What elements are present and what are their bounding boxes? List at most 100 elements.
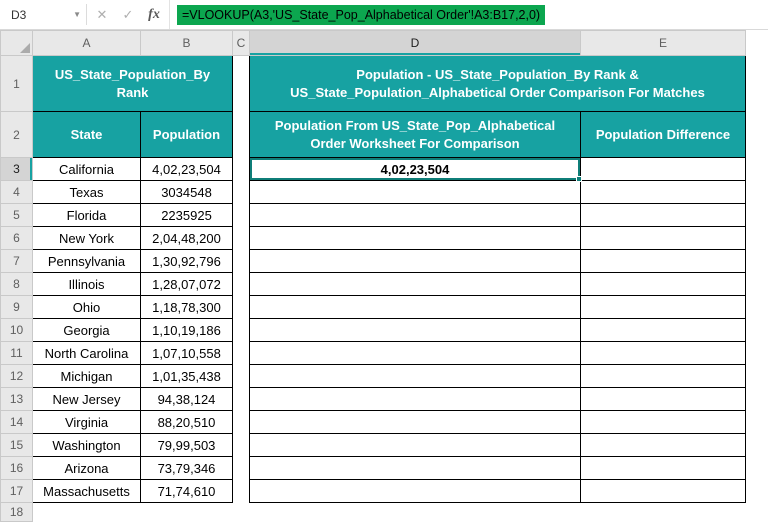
gap-cell[interactable] [232,226,250,250]
state-cell[interactable]: Illinois [32,272,141,296]
difference-header-cell[interactable]: Population Difference [580,111,746,158]
row-header-8[interactable]: 8 [0,272,33,296]
comparison-cell[interactable] [249,456,581,480]
state-cell[interactable]: Massachusetts [32,479,141,503]
row-header-15[interactable]: 15 [0,433,33,457]
population-cell[interactable]: 88,20,510 [140,410,233,434]
insert-function-icon[interactable]: fx [141,7,167,23]
difference-cell[interactable] [580,272,746,296]
state-cell[interactable]: Virginia [32,410,141,434]
gap-cell[interactable] [232,387,250,411]
column-header-A[interactable]: A [32,30,141,56]
comparison-cell[interactable] [249,203,581,227]
population-cell[interactable]: 1,28,07,072 [140,272,233,296]
comparison-cell[interactable] [249,387,581,411]
state-cell[interactable]: Ohio [32,295,141,319]
gap-cell[interactable] [232,157,250,181]
comparison-cell[interactable] [249,479,581,503]
cell-c2[interactable] [232,111,250,158]
population-cell[interactable]: 71,74,610 [140,479,233,503]
right-table-title[interactable]: Population - US_State_Population_By Rank… [249,55,746,112]
gap-cell[interactable] [232,433,250,457]
row-header-11[interactable]: 11 [0,341,33,365]
comparison-cell[interactable] [249,272,581,296]
row-header-4[interactable]: 4 [0,180,33,204]
gap-cell[interactable] [232,341,250,365]
population-cell[interactable]: 2235925 [140,203,233,227]
population-cell[interactable]: 94,38,124 [140,387,233,411]
column-header-E[interactable]: E [580,30,746,56]
comparison-cell[interactable] [249,433,581,457]
gap-cell[interactable] [232,364,250,388]
population-cell[interactable]: 73,79,346 [140,456,233,480]
row-header-16[interactable]: 16 [0,456,33,480]
state-cell[interactable]: New York [32,226,141,250]
difference-cell[interactable] [580,341,746,365]
population-cell[interactable]: 1,30,92,796 [140,249,233,273]
row-header-2[interactable]: 2 [0,111,33,158]
row-header-14[interactable]: 14 [0,410,33,434]
comparison-cell[interactable] [249,341,581,365]
row-header-17[interactable]: 17 [0,479,33,503]
population-header-cell[interactable]: Population [140,111,233,158]
difference-cell[interactable] [580,203,746,227]
state-cell[interactable]: Texas [32,180,141,204]
column-header-C[interactable]: C [232,30,250,56]
difference-cell[interactable] [580,364,746,388]
comparison-cell[interactable] [249,249,581,273]
cancel-icon[interactable]: ✕ [89,7,115,23]
state-cell[interactable]: California [32,157,141,181]
gap-cell[interactable] [232,318,250,342]
row-header-6[interactable]: 6 [0,226,33,250]
gap-cell[interactable] [232,272,250,296]
difference-cell[interactable] [580,157,746,181]
gap-cell[interactable] [232,180,250,204]
difference-cell[interactable] [580,226,746,250]
population-cell[interactable]: 1,10,19,186 [140,318,233,342]
difference-cell[interactable] [580,433,746,457]
selected-cell-D3[interactable]: 4,02,23,504 [249,157,582,182]
state-header-cell[interactable]: State [32,111,141,158]
comparison-cell[interactable] [249,410,581,434]
row-header-10[interactable]: 10 [0,318,33,342]
state-cell[interactable]: Georgia [32,318,141,342]
comparison-cell[interactable] [249,364,581,388]
population-cell[interactable]: 2,04,48,200 [140,226,233,250]
gap-cell[interactable] [232,456,250,480]
comparison-cell[interactable] [249,318,581,342]
difference-cell[interactable] [580,479,746,503]
difference-cell[interactable] [580,410,746,434]
row-header-1[interactable]: 1 [0,55,33,112]
gap-cell[interactable] [232,203,250,227]
comparison-header-cell[interactable]: Population From US_State_Pop_Alphabetica… [249,111,581,158]
left-table-title[interactable]: US_State_Population_By Rank [32,55,233,112]
population-cell[interactable]: 4,02,23,504 [140,157,233,181]
name-box[interactable]: D3 ▼ [0,0,86,29]
formula-input[interactable]: =VLOOKUP(A3,'US_State_Pop_Alphabetical O… [169,0,768,29]
row-header-18[interactable]: 18 [0,502,33,522]
row-header-5[interactable]: 5 [0,203,33,227]
row-header-9[interactable]: 9 [0,295,33,319]
comparison-cell[interactable] [249,180,581,204]
state-cell[interactable]: North Carolina [32,341,141,365]
gap-cell[interactable] [232,410,250,434]
cell-c1[interactable] [232,55,250,112]
population-cell[interactable]: 1,07,10,558 [140,341,233,365]
state-cell[interactable]: Florida [32,203,141,227]
difference-cell[interactable] [580,387,746,411]
state-cell[interactable]: Arizona [32,456,141,480]
select-all-corner[interactable] [0,30,33,56]
difference-cell[interactable] [580,456,746,480]
population-cell[interactable]: 1,18,78,300 [140,295,233,319]
comparison-cell[interactable] [249,226,581,250]
population-cell[interactable]: 1,01,35,438 [140,364,233,388]
gap-cell[interactable] [232,479,250,503]
row-header-3[interactable]: 3 [0,157,33,181]
state-cell[interactable]: Pennsylvania [32,249,141,273]
row-header-12[interactable]: 12 [0,364,33,388]
fill-handle[interactable] [576,176,582,182]
difference-cell[interactable] [580,295,746,319]
comparison-cell[interactable] [249,295,581,319]
state-cell[interactable]: Michigan [32,364,141,388]
difference-cell[interactable] [580,249,746,273]
